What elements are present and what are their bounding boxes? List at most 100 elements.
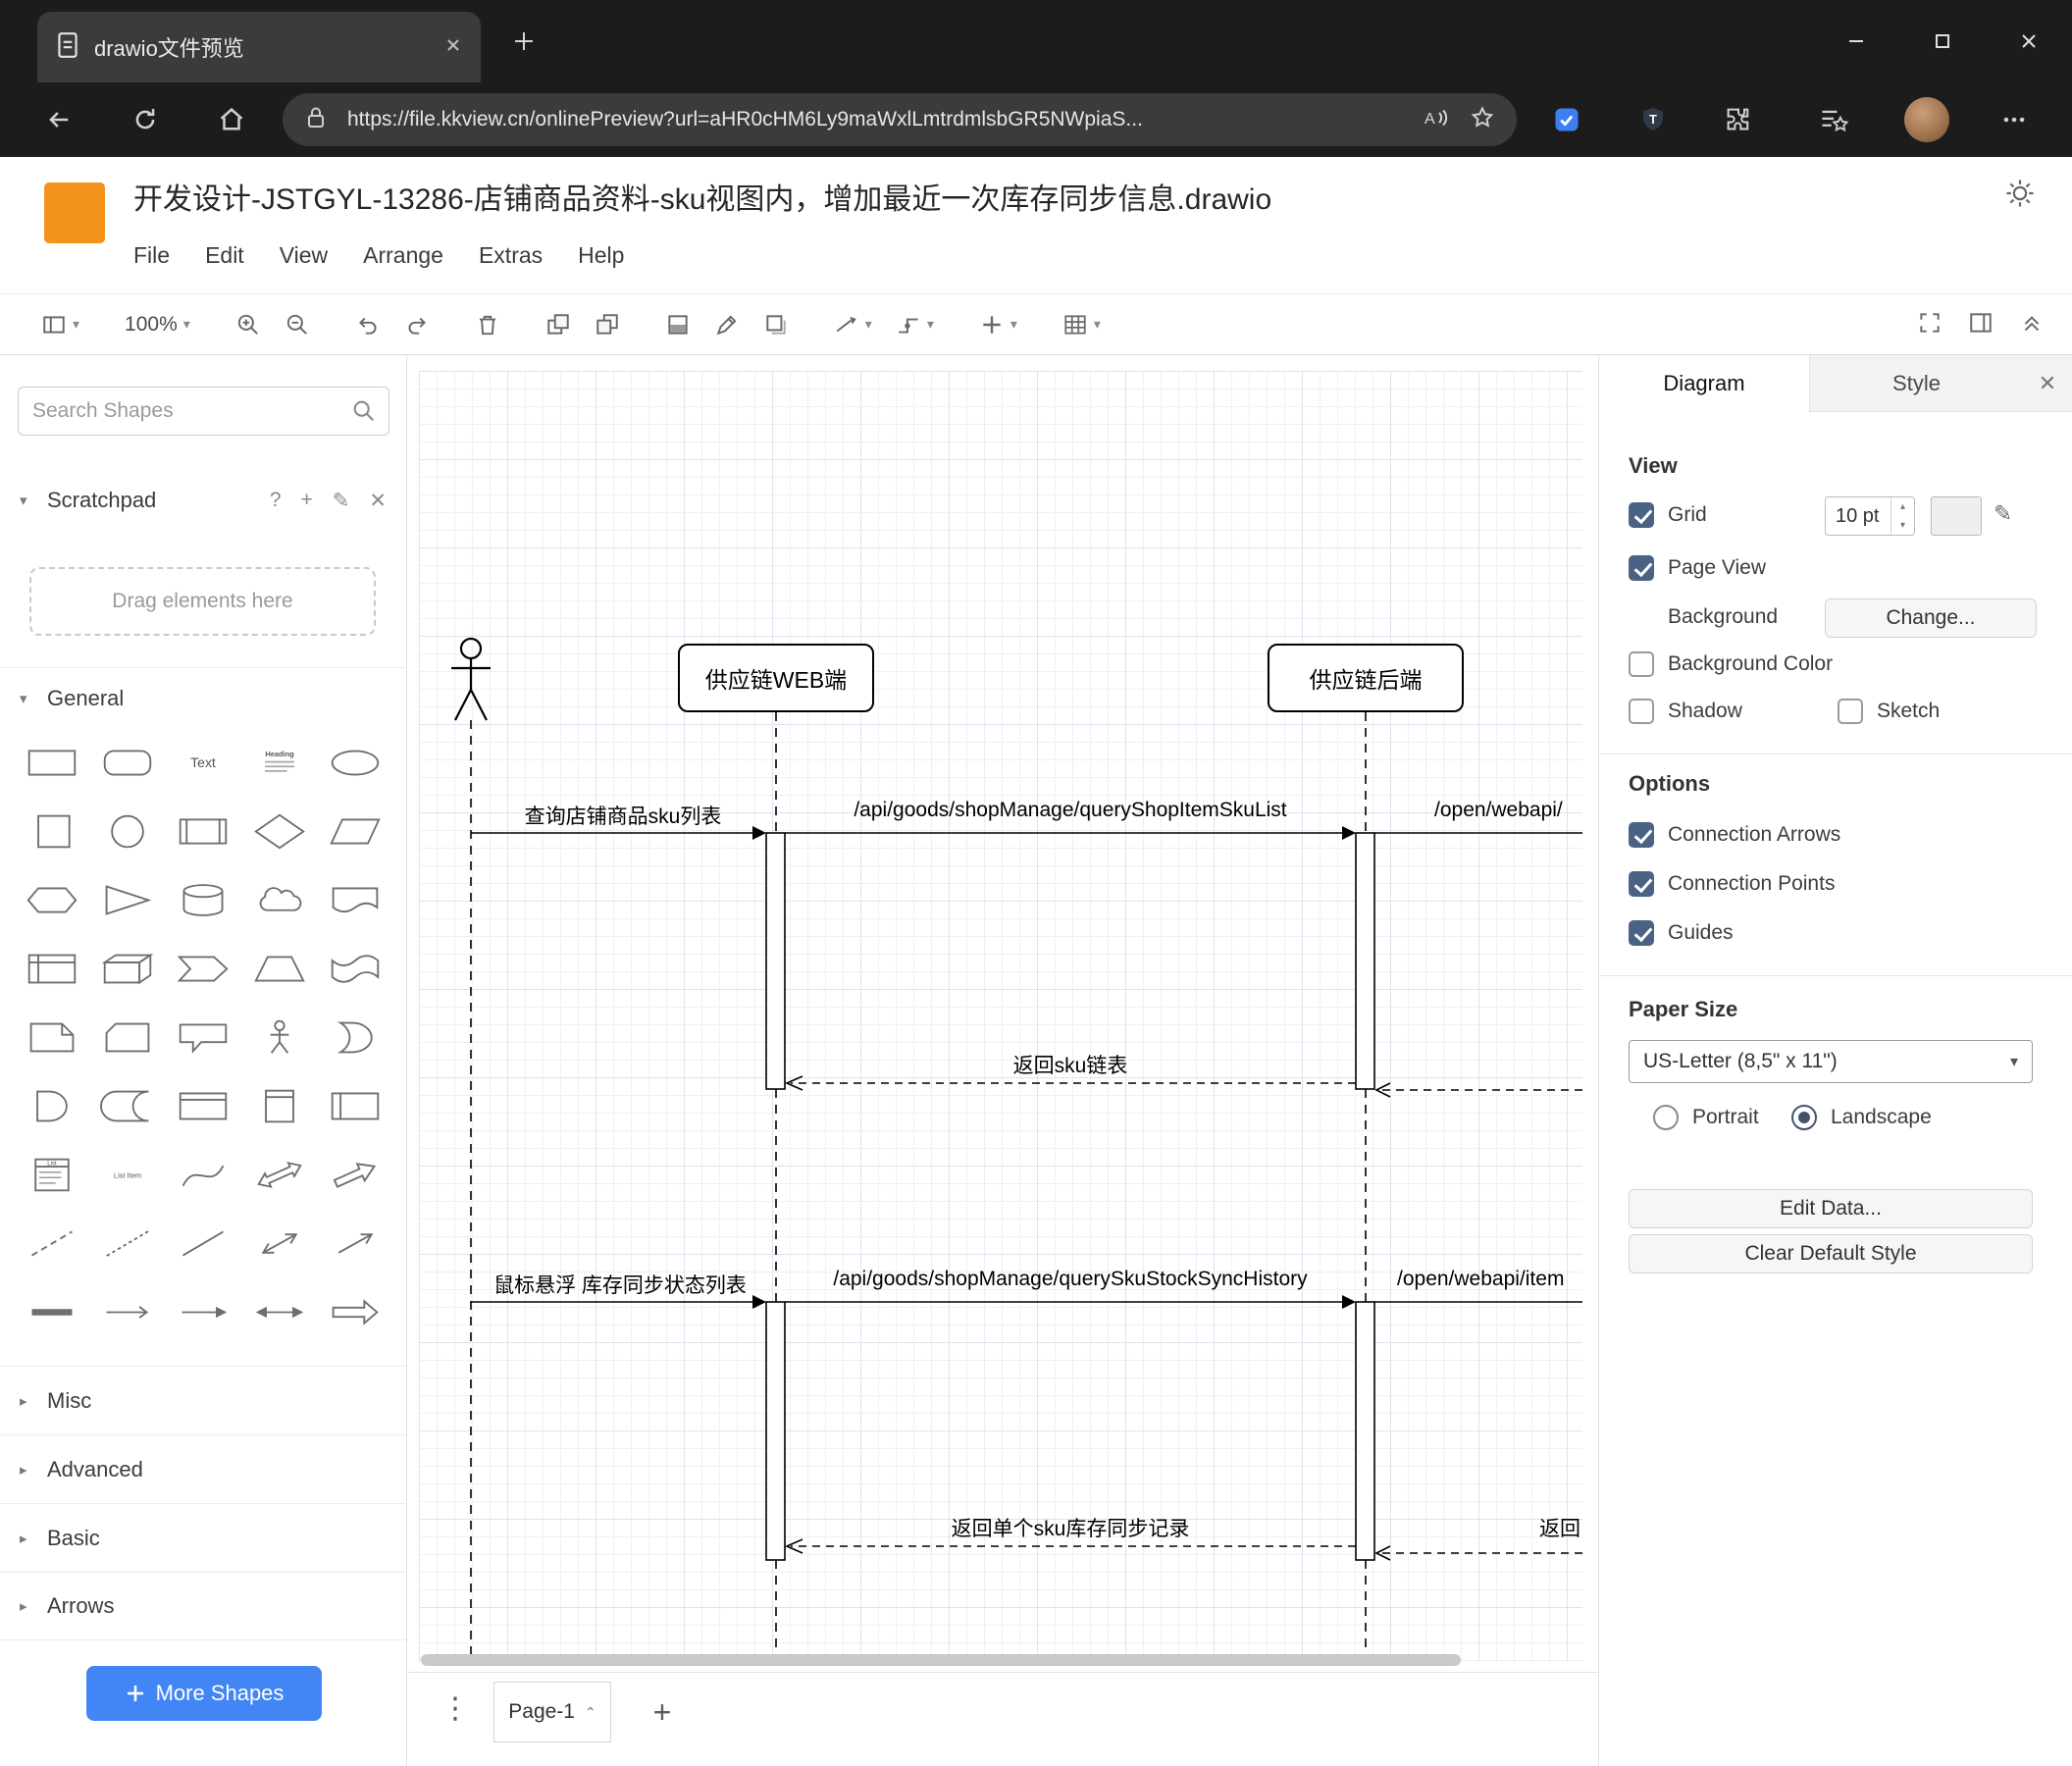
- to-front-button[interactable]: [545, 312, 571, 338]
- format-panel-toggle-button[interactable]: [1968, 310, 1994, 340]
- shape-callout[interactable]: [171, 1010, 235, 1065]
- shape-actor[interactable]: [247, 1010, 312, 1065]
- menu-edit[interactable]: Edit: [205, 242, 244, 269]
- shape-text[interactable]: Text: [171, 735, 235, 790]
- menu-file[interactable]: File: [133, 242, 170, 269]
- page-view-checkbox[interactable]: [1629, 555, 1654, 581]
- profile-avatar[interactable]: [1904, 97, 1949, 142]
- shape-arrow-both[interactable]: [247, 1284, 312, 1339]
- panel-close-icon[interactable]: ✕: [2023, 355, 2072, 412]
- shape-step[interactable]: [171, 941, 235, 996]
- tab-close-icon[interactable]: [443, 35, 463, 60]
- shape-arrow-right[interactable]: [171, 1284, 235, 1339]
- shape-horizontal-pool[interactable]: [323, 1078, 388, 1133]
- shape-list-item[interactable]: List Item: [95, 1147, 160, 1202]
- shape-cloud[interactable]: [247, 872, 312, 927]
- sidebar-section-misc[interactable]: ▸ Misc: [0, 1366, 406, 1434]
- shape-rounded-rectangle[interactable]: [95, 735, 160, 790]
- window-close-button[interactable]: [1986, 0, 2072, 82]
- shape-document[interactable]: [323, 872, 388, 927]
- menu-arrange[interactable]: Arrange: [363, 242, 443, 269]
- browser-tab[interactable]: drawio文件预览: [37, 12, 481, 82]
- edit-grid-color-icon[interactable]: ✎: [1994, 500, 2012, 527]
- message-label[interactable]: /open/webapi/item: [1397, 1268, 1564, 1291]
- favorites-list-icon[interactable]: [1811, 97, 1856, 142]
- lifeline-box-backend[interactable]: 供应链后端: [1268, 644, 1464, 712]
- shape-process[interactable]: [171, 804, 235, 858]
- shadow-button[interactable]: [763, 312, 789, 338]
- shield-extension-icon[interactable]: T: [1631, 97, 1676, 142]
- shape-line[interactable]: [171, 1216, 235, 1271]
- home-button[interactable]: [210, 98, 253, 141]
- shape-note[interactable]: [20, 1010, 84, 1065]
- message-label[interactable]: 查询店铺商品sku列表: [525, 801, 722, 830]
- shape-container[interactable]: [171, 1078, 235, 1133]
- shape-arrow-right-thin[interactable]: [95, 1284, 160, 1339]
- grid-size-input[interactable]: 10 pt ▴ ▾: [1825, 496, 1915, 536]
- guides-checkbox[interactable]: [1629, 920, 1654, 946]
- shape-triangle[interactable]: [95, 872, 160, 927]
- new-tab-button[interactable]: [502, 20, 545, 63]
- shape-data-storage[interactable]: [95, 1078, 160, 1133]
- grid-color-swatch[interactable]: [1931, 496, 1982, 536]
- view-selector-button[interactable]: ▾: [41, 312, 79, 338]
- extensions-puzzle-icon[interactable]: [1716, 97, 1761, 142]
- landscape-radio[interactable]: [1791, 1105, 1817, 1130]
- shape-and[interactable]: [20, 1078, 84, 1133]
- shadow-checkbox[interactable]: [1629, 699, 1654, 724]
- shape-trapezoid[interactable]: [247, 941, 312, 996]
- connection-arrows-checkbox[interactable]: [1629, 822, 1654, 848]
- search-shapes-input[interactable]: [18, 387, 389, 436]
- browser-menu-icon[interactable]: [1992, 97, 2037, 142]
- sketch-checkbox[interactable]: [1838, 699, 1863, 724]
- diagram-page[interactable]: 供应链WEB端 供应链后端 查询店铺商品sku列表 /api/goods/sho…: [419, 371, 1582, 1662]
- message-label[interactable]: 返回sku链表: [1013, 1050, 1128, 1079]
- theme-toggle-icon[interactable]: [1997, 171, 2043, 216]
- background-color-checkbox[interactable]: [1629, 651, 1654, 677]
- favorite-star-icon[interactable]: [1470, 105, 1495, 135]
- sidebar-section-general[interactable]: ▾ General: [0, 667, 406, 728]
- scratchpad-help-icon[interactable]: ?: [270, 489, 282, 513]
- shape-hexagon[interactable]: [20, 872, 84, 927]
- paper-size-select[interactable]: US-Letter (8,5" x 11") ▾: [1629, 1040, 2033, 1083]
- menu-view[interactable]: View: [280, 242, 328, 269]
- fill-color-button[interactable]: [665, 312, 691, 338]
- shape-link[interactable]: [20, 1284, 84, 1339]
- scratchpad-add-icon[interactable]: +: [301, 489, 313, 513]
- shape-circle[interactable]: [95, 804, 160, 858]
- shape-curve[interactable]: [171, 1147, 235, 1202]
- horizontal-scrollbar[interactable]: [421, 1654, 1461, 1666]
- redo-button[interactable]: [404, 312, 430, 338]
- shape-or[interactable]: [323, 1010, 388, 1065]
- insert-button[interactable]: ▾: [979, 312, 1017, 338]
- menu-extras[interactable]: Extras: [479, 242, 543, 269]
- shape-cube[interactable]: [95, 941, 160, 996]
- shape-dashed-line[interactable]: [20, 1216, 84, 1271]
- shape-vertical-container[interactable]: [247, 1078, 312, 1133]
- read-aloud-icon[interactable]: A: [1421, 105, 1450, 135]
- zoom-in-button[interactable]: [235, 312, 261, 338]
- shape-cylinder[interactable]: [171, 872, 235, 927]
- zoom-selector[interactable]: 100% ▾: [125, 313, 190, 337]
- lifeline-box-web[interactable]: 供应链WEB端: [678, 644, 874, 712]
- fullscreen-button[interactable]: [1917, 310, 1942, 340]
- undo-button[interactable]: [355, 312, 381, 338]
- message-label[interactable]: /open/webapi/: [1434, 799, 1563, 822]
- add-page-button[interactable]: +: [641, 1690, 684, 1734]
- scratchpad-drop-area[interactable]: Drag elements here: [29, 567, 376, 636]
- change-background-button[interactable]: Change...: [1825, 598, 2037, 638]
- tab-style[interactable]: Style: [1809, 355, 2023, 412]
- connection-style-button[interactable]: ▾: [834, 312, 872, 338]
- collapse-toolbar-button[interactable]: [2019, 310, 2045, 340]
- to-back-button[interactable]: [595, 312, 620, 338]
- shape-rectangle[interactable]: [20, 735, 84, 790]
- zoom-out-button[interactable]: [285, 312, 310, 338]
- message-label[interactable]: 返回单个sku库存同步记录: [952, 1513, 1190, 1542]
- shape-list[interactable]: List: [20, 1147, 84, 1202]
- page-tab[interactable]: Page-1 ⌃: [493, 1682, 611, 1742]
- message-label[interactable]: /api/goods/shopManage/queryShopItemSkuLi…: [854, 799, 1286, 822]
- address-bar[interactable]: https://file.kkview.cn/onlinePreview?url…: [283, 93, 1517, 146]
- delete-button[interactable]: [475, 312, 500, 338]
- shape-textbox[interactable]: Heading: [247, 735, 312, 790]
- window-maximize-button[interactable]: [1899, 0, 1986, 82]
